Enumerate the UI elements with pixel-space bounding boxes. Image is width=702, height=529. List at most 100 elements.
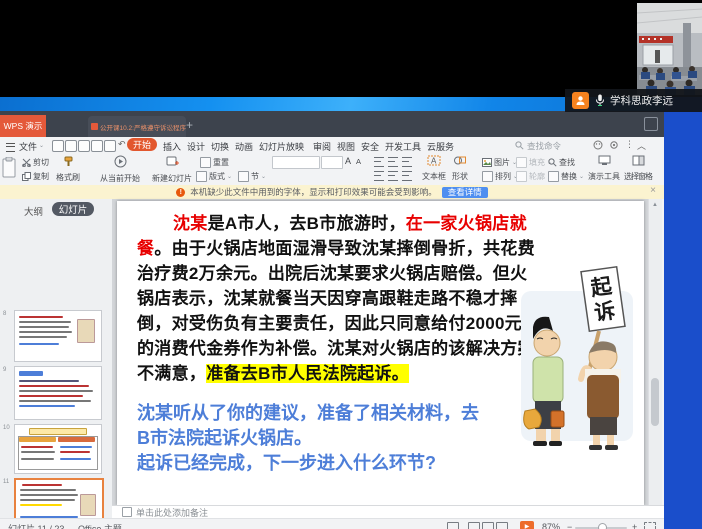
thumb-number: 11 (3, 479, 9, 485)
preview-icon[interactable] (104, 140, 116, 152)
textbox-button[interactable]: A 文本框 (422, 155, 446, 184)
app-tab-wps[interactable]: WPS 演示 (0, 115, 46, 137)
zoom-in-icon[interactable]: + (632, 522, 637, 529)
slide-thumbnail-9[interactable] (14, 366, 102, 420)
align-right-icon[interactable] (402, 157, 412, 167)
menu-tab-review[interactable]: 审阅 (313, 140, 331, 153)
slide-counter: 幻灯片 11 / 23 (8, 522, 64, 529)
wps-window: WPS 演示 公开课10.2:严格遵守诉讼程序 ▫ × + 文件 ⌄ ↶ ↷ 开… (0, 111, 664, 529)
sign-char: 起 (588, 274, 614, 301)
print-icon[interactable] (91, 140, 103, 152)
tab-outline[interactable]: 大纲 (24, 204, 43, 218)
search-commands-input[interactable]: 查找命令 (527, 140, 561, 152)
cut-button[interactable]: 剪切 (22, 156, 49, 168)
view-details-button[interactable]: 查看详情 (442, 187, 488, 198)
selection-pane-icon (632, 155, 645, 166)
menu-tab-home[interactable]: 开始 (127, 138, 157, 151)
theme-icon[interactable] (593, 140, 603, 150)
menu-tab-security[interactable]: 安全 (361, 140, 379, 153)
play-circle-icon (114, 155, 127, 168)
font-warning-bar: ! 本机缺少此文件中用到的字体，显示和打印效果可能会受到影响。 查看详情 × (0, 185, 664, 199)
scroll-up-icon[interactable]: ▲ (652, 202, 658, 208)
fill-icon (516, 157, 527, 168)
scrollbar-thumb[interactable] (651, 378, 659, 426)
slide-thumbnail-8[interactable] (14, 310, 102, 362)
slide-sorter-icon[interactable] (482, 522, 494, 529)
menu-tab-slideshow[interactable]: 幻灯片放映 (259, 140, 304, 153)
slide-thumbnail-10[interactable] (14, 424, 102, 474)
zoom-slider-thumb[interactable] (598, 523, 607, 529)
menu-tab-transition[interactable]: 切换 (211, 140, 229, 153)
document-tab[interactable]: 公开课10.2:严格遵守诉讼程序 ▫ × (88, 116, 186, 137)
menu-tab-view[interactable]: 视图 (337, 140, 355, 153)
fit-to-window-icon[interactable] (644, 522, 656, 529)
font-name-select[interactable] (272, 156, 320, 169)
outline-icon (516, 171, 527, 182)
tab-slides[interactable]: 幻灯片 (52, 202, 94, 216)
shapes-button[interactable]: 形状 (452, 155, 468, 184)
reading-view-icon[interactable] (496, 522, 508, 529)
export-icon[interactable] (78, 140, 90, 152)
numbering-icon[interactable] (388, 171, 398, 181)
copy-button[interactable]: 复制 (22, 170, 49, 182)
svg-text:A: A (431, 157, 437, 166)
warning-icon: ! (176, 188, 185, 197)
format-painter-button[interactable]: 格式刷 (56, 156, 80, 185)
arrange-button[interactable]: 排列⌄ (482, 170, 518, 182)
slideshow-play-button[interactable]: ▶ (520, 521, 534, 529)
menu-tab-cloud[interactable]: 云服务 (427, 140, 454, 153)
notice-close-icon[interactable]: × (650, 185, 656, 196)
slide[interactable]: 沈某是A市人，去B市旅游时，在一家火锅店就餐。由于火锅店地面湿滑导致沈某摔倒骨折… (117, 201, 644, 505)
meeting-participant-bar[interactable]: 学科思政李远 (565, 89, 702, 112)
menu-tab-insert[interactable]: 插入 (163, 140, 181, 153)
menu-tab-design[interactable]: 设计 (187, 140, 205, 153)
paste-icon[interactable] (2, 157, 17, 179)
menu-tab-devtools[interactable]: 开发工具 (385, 140, 421, 153)
file-caret-icon: ⌄ (39, 142, 44, 149)
undo-icon[interactable]: ↶ (118, 139, 126, 150)
window-control-icon[interactable] (644, 117, 658, 131)
replace-button[interactable]: 替换⌄ (548, 170, 584, 182)
hamburger-icon[interactable] (6, 143, 15, 152)
play-from-current-button[interactable]: 从当前开始 (100, 155, 140, 186)
open-icon[interactable] (52, 140, 64, 152)
find-button[interactable]: 查找 (548, 156, 575, 168)
line-spacing-icon[interactable] (402, 171, 412, 181)
font-size-select[interactable] (321, 156, 343, 169)
screen: WPS 演示 公开课10.2:严格遵守诉讼程序 ▫ × + 文件 ⌄ ↶ ↷ 开… (0, 0, 702, 529)
bullets-icon[interactable] (374, 171, 384, 181)
menu-tab-animation[interactable]: 动画 (235, 140, 253, 153)
notes-toggle-icon[interactable] (447, 522, 459, 529)
textbox-icon: A (427, 155, 441, 166)
selection-pane-button[interactable]: 选择窗格 (624, 155, 652, 184)
meeting-video-thumbnail[interactable] (637, 3, 702, 95)
menu-file[interactable]: 文件 (19, 140, 37, 153)
grow-font-button[interactable]: A (345, 156, 351, 166)
zoom-out-icon[interactable]: − (567, 522, 572, 529)
vertical-scrollbar[interactable]: ▲ (648, 199, 662, 518)
picture-button[interactable]: 图片⌄ (482, 156, 517, 168)
shrink-font-button[interactable]: A (356, 157, 361, 166)
layout-button[interactable]: 版式⌄ (196, 170, 232, 182)
save-icon[interactable] (65, 140, 77, 152)
settings-gear-icon[interactable] (609, 140, 619, 150)
collapse-ribbon-icon[interactable]: ︿ (637, 139, 646, 152)
reset-icon (200, 157, 211, 168)
align-center-icon[interactable] (388, 157, 398, 167)
reset-button[interactable]: 重置 (200, 156, 229, 168)
new-tab-button[interactable]: + (186, 119, 193, 131)
normal-view-icon[interactable] (468, 522, 480, 529)
thumb-number: 8 (3, 311, 6, 317)
present-tools-button[interactable]: 演示工具 (588, 155, 620, 184)
participant-name: 学科思政李远 (610, 93, 673, 108)
new-slide-button[interactable]: 新建幻灯片 (152, 155, 192, 186)
zoom-percent[interactable]: 87% (542, 522, 560, 529)
desktop-wallpaper-right (664, 97, 702, 529)
align-left-icon[interactable] (374, 157, 384, 167)
replace-icon (548, 171, 559, 182)
notes-bar[interactable]: 单击此处添加备注 (112, 505, 664, 518)
more-menu-icon[interactable]: ⋮ (625, 139, 634, 150)
section-button[interactable]: 节⌄ (238, 170, 266, 182)
thumb-number: 9 (3, 367, 6, 373)
notes-placeholder: 单击此处添加备注 (136, 506, 208, 519)
